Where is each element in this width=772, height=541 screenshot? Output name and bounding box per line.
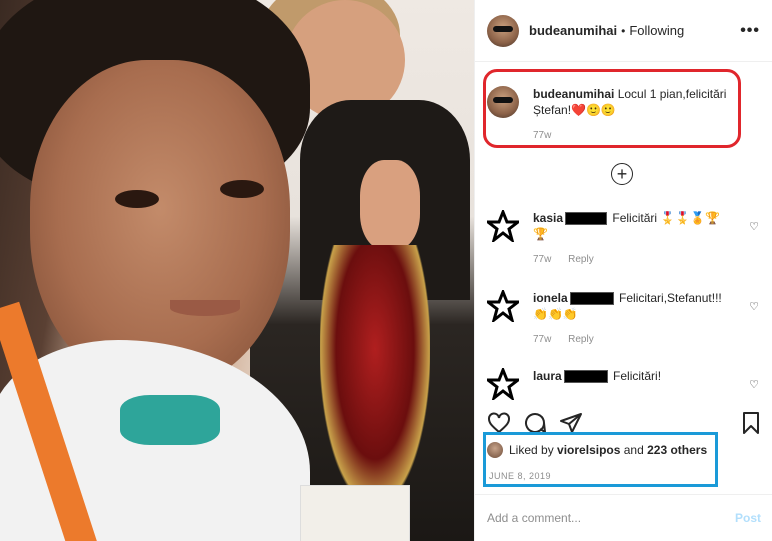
comment-timestamp[interactable]: 77w — [533, 334, 551, 345]
likes-prefix: Liked by — [509, 443, 554, 457]
photo-mouth — [170, 300, 240, 316]
post-comment-button[interactable]: Post — [735, 511, 761, 525]
comment-item: kasia Felicitări 🎖️🎖️🏅🏆🏆 77w Reply ♡ — [487, 210, 759, 268]
caption-body: budeanumihai Locul 1 pian,felicitări Ște… — [533, 86, 737, 144]
comment-emojis: 👏👏👏 — [533, 307, 578, 321]
post-date[interactable]: JUNE 8, 2019 — [489, 471, 551, 481]
photo-eye — [115, 190, 159, 208]
like-comment-heart-icon[interactable]: ♡ — [749, 378, 759, 391]
comment-meta: 77w Reply — [533, 332, 733, 348]
post-photo[interactable] — [0, 0, 474, 541]
star-avatar-icon[interactable] — [487, 290, 519, 322]
following-button[interactable]: Following — [629, 23, 684, 38]
reply-button[interactable]: Reply — [568, 334, 594, 345]
caption-timestamp[interactable]: 77w — [533, 128, 737, 144]
separator-dot: • — [621, 23, 626, 38]
avatar[interactable] — [487, 14, 519, 47]
comment-item: ionela Felicitari,Stefanut!!! 👏👏👏 77w Re… — [487, 290, 759, 348]
reply-button[interactable]: Reply — [568, 254, 594, 265]
caption-emojis: ❤️🙂🙂 — [571, 103, 616, 117]
photo-eye — [220, 180, 264, 198]
comment-body: ionela Felicitari,Stefanut!!! 👏👏👏 77w Re… — [533, 290, 733, 348]
post-caption: budeanumihai Locul 1 pian,felicitări Ște… — [487, 86, 737, 144]
photo-trophy-base — [300, 485, 410, 541]
bookmark-icon[interactable] — [739, 411, 763, 435]
redaction-bar — [565, 212, 608, 226]
comment-username[interactable]: ionela — [533, 291, 568, 305]
star-avatar-icon[interactable] — [487, 210, 519, 242]
star-avatar-icon[interactable] — [487, 368, 519, 400]
comment-timestamp[interactable]: 77w — [533, 254, 551, 265]
comment-text: Felicitări! — [613, 369, 662, 383]
more-horizontal-icon[interactable]: ••• — [740, 22, 760, 40]
post-side-panel: budeanumihai • Following ••• budeanumiha… — [474, 0, 772, 541]
comment-item: laura Felicitări! ♡ — [487, 368, 759, 400]
likes-others-link[interactable]: 223 others — [647, 443, 707, 457]
likes-conjunction: and — [623, 443, 644, 457]
likes-summary: Liked by viorelsipos and 223 others — [487, 442, 707, 458]
comment-text: Felicitari,Stefanut!!! — [619, 291, 722, 305]
post-header: budeanumihai • Following ••• — [475, 0, 772, 62]
redaction-bar — [563, 370, 608, 384]
like-comment-heart-icon[interactable]: ♡ — [749, 300, 759, 313]
comment-body: laura Felicitări! — [533, 368, 733, 400]
liker-username[interactable]: viorelsipos — [557, 443, 620, 457]
author-username[interactable]: budeanumihai — [529, 23, 617, 38]
comment-input[interactable] — [487, 511, 735, 525]
photo-boy-face — [30, 60, 290, 390]
liker-avatar[interactable] — [487, 442, 503, 458]
avatar[interactable] — [487, 86, 519, 118]
comment-text: Felicitări — [612, 211, 658, 225]
comment-username[interactable]: laura — [533, 369, 562, 383]
caption-username[interactable]: budeanumihai — [533, 87, 614, 101]
photo-arm — [360, 160, 420, 250]
photo-trophy — [320, 245, 430, 505]
add-comment-bar: Post — [475, 494, 772, 541]
redaction-bar — [569, 292, 614, 306]
photo-bowtie — [120, 395, 220, 445]
comment-username[interactable]: kasia — [533, 211, 563, 225]
load-more-comments-icon[interactable]: + — [611, 163, 633, 185]
like-comment-heart-icon[interactable]: ♡ — [749, 220, 759, 233]
comment-body: kasia Felicitări 🎖️🎖️🏅🏆🏆 77w Reply — [533, 210, 733, 268]
comment-meta: 77w Reply — [533, 252, 733, 268]
